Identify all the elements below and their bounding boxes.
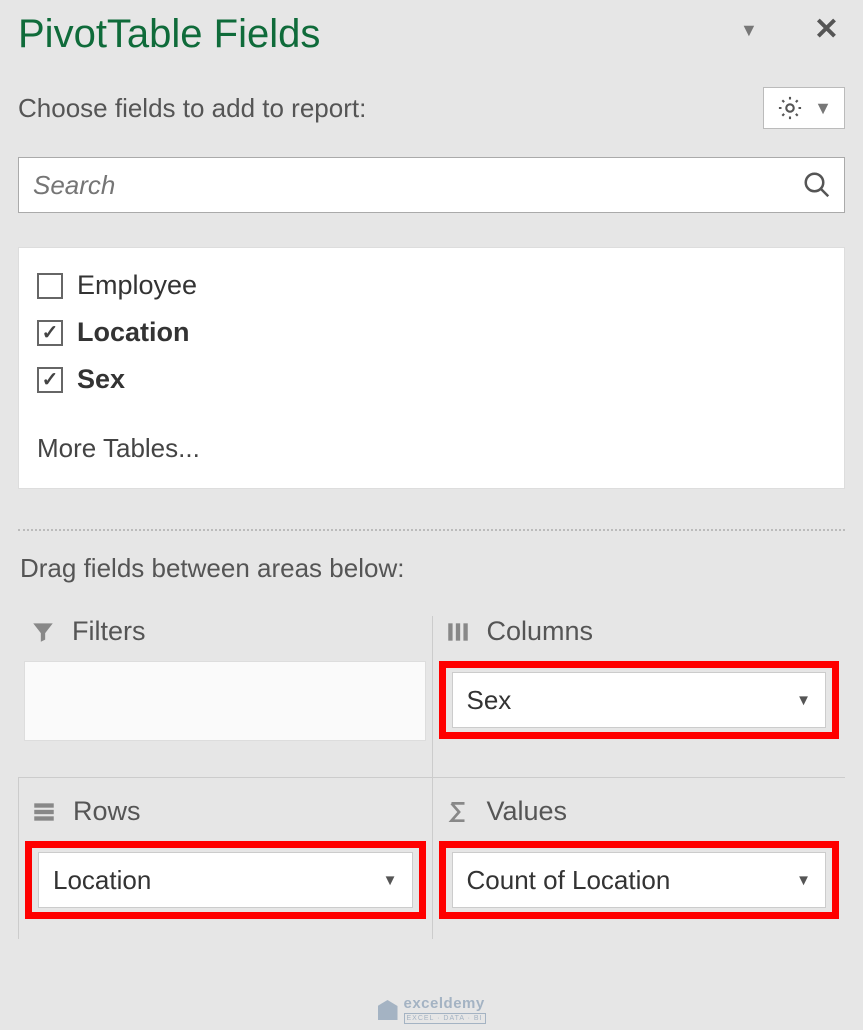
field-row-employee[interactable]: Employee	[37, 262, 826, 309]
columns-area[interactable]: Columns Sex ▼	[432, 616, 846, 778]
pivot-fields-pane: PivotTable Fields ▼ ✕ Choose fields to a…	[0, 0, 863, 1030]
rows-area[interactable]: Rows Location ▼	[18, 778, 432, 939]
rows-field-label: Location	[53, 865, 151, 896]
checkbox-location[interactable]	[37, 320, 63, 346]
pane-header: PivotTable Fields ▼ ✕	[18, 0, 845, 57]
filter-icon	[30, 619, 56, 645]
filters-area[interactable]: Filters	[18, 616, 432, 778]
columns-title: Columns	[487, 616, 594, 647]
subheader-text: Choose fields to add to report:	[18, 93, 366, 124]
columns-field-label: Sex	[467, 685, 512, 716]
chevron-down-icon: ▼	[814, 99, 832, 117]
watermark-text: exceldemy EXCEL · DATA · BI	[404, 996, 486, 1024]
columns-icon	[445, 619, 471, 645]
subheader-row: Choose fields to add to report: ▼	[18, 87, 845, 129]
filters-dropzone[interactable]	[24, 661, 426, 741]
field-label: Location	[77, 317, 190, 348]
values-title: Values	[487, 796, 568, 827]
rows-icon	[31, 799, 57, 825]
drag-instructions: Drag fields between areas below:	[18, 553, 845, 584]
field-label: Sex	[77, 364, 125, 395]
values-field-item[interactable]: Count of Location ▼	[452, 852, 827, 908]
rows-header: Rows	[25, 796, 426, 827]
filters-title: Filters	[72, 616, 146, 647]
watermark: exceldemy EXCEL · DATA · BI	[378, 996, 486, 1024]
rows-highlight: Location ▼	[25, 841, 426, 919]
search-icon	[802, 170, 832, 200]
gear-icon	[776, 94, 804, 122]
columns-highlight: Sex ▼	[439, 661, 840, 739]
rows-field-item[interactable]: Location ▼	[38, 852, 413, 908]
search-box[interactable]	[18, 157, 845, 213]
close-icon[interactable]: ✕	[814, 15, 839, 45]
values-area[interactable]: Values Count of Location ▼	[432, 778, 846, 939]
checkbox-sex[interactable]	[37, 367, 63, 393]
more-tables-link[interactable]: More Tables...	[37, 433, 826, 464]
checkbox-employee[interactable]	[37, 273, 63, 299]
pane-options-dropdown[interactable]: ▼	[740, 21, 758, 39]
field-label: Employee	[77, 270, 197, 301]
columns-field-item[interactable]: Sex ▼	[452, 672, 827, 728]
divider	[18, 529, 845, 531]
values-field-label: Count of Location	[467, 865, 671, 896]
rows-title: Rows	[73, 796, 141, 827]
fields-list: Employee Location Sex More Tables...	[18, 247, 845, 489]
sigma-icon	[445, 799, 471, 825]
columns-header: Columns	[439, 616, 840, 647]
chevron-down-icon[interactable]: ▼	[383, 872, 398, 889]
watermark-logo-icon	[378, 1000, 398, 1020]
pane-title: PivotTable Fields	[18, 12, 320, 57]
pane-controls: ▼ ✕	[740, 15, 839, 45]
watermark-brand: exceldemy	[404, 996, 486, 1011]
filters-header: Filters	[24, 616, 426, 647]
field-row-location[interactable]: Location	[37, 309, 826, 356]
chevron-down-icon[interactable]: ▼	[796, 872, 811, 889]
watermark-tagline: EXCEL · DATA · BI	[404, 1013, 486, 1024]
values-highlight: Count of Location ▼	[439, 841, 840, 919]
field-row-sex[interactable]: Sex	[37, 356, 826, 403]
settings-button[interactable]: ▼	[763, 87, 845, 129]
search-input[interactable]	[31, 169, 802, 202]
values-header: Values	[439, 796, 840, 827]
chevron-down-icon[interactable]: ▼	[796, 692, 811, 709]
areas-grid: Filters Columns Sex ▼	[18, 616, 845, 939]
